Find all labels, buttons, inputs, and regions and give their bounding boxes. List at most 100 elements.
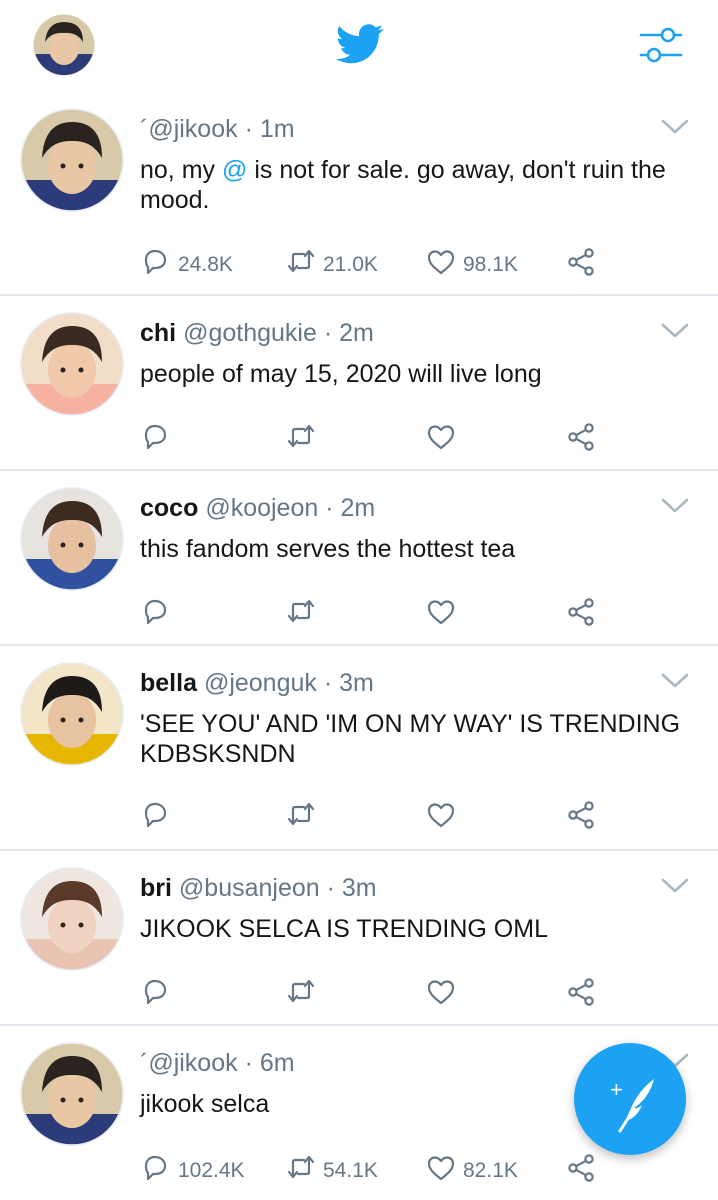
tweet-text-content: 'SEE YOU' AND 'IM ON MY WAY' IS TRENDING… — [140, 710, 681, 768]
tweet-actions — [140, 423, 620, 457]
user-handle[interactable]: ´@jikook — [140, 1049, 238, 1077]
tweet-text: no, my @ is not for sale. go away, don't… — [140, 155, 680, 215]
tweet[interactable]: ´@jikook · 1m no, my @ is not for sale. g… — [0, 92, 718, 296]
chevron-down-icon[interactable] — [660, 322, 690, 340]
reply-button[interactable]: 24.8K — [140, 248, 233, 282]
share-button[interactable] — [565, 978, 597, 1012]
replies-count: 24.8K — [178, 253, 233, 276]
compose-tweet-icon: + — [610, 1077, 654, 1133]
retweet-button[interactable] — [285, 978, 317, 1012]
share-button[interactable] — [565, 598, 597, 632]
like-button[interactable] — [425, 423, 457, 457]
retweet-button[interactable] — [285, 801, 317, 835]
retweets-count: 21.0K — [323, 253, 378, 276]
likes-count: 98.1K — [463, 253, 518, 276]
tweet-actions: 24.8K 21.0K 98.1K — [140, 248, 620, 282]
retweet-button[interactable] — [285, 598, 317, 632]
tweet-header: ´@jikook · 1m — [140, 115, 295, 143]
retweet-button[interactable]: 54.1K — [285, 1154, 378, 1188]
reply-icon — [140, 1152, 172, 1190]
share-icon — [565, 799, 597, 837]
share-icon — [565, 1152, 597, 1190]
like-button[interactable]: 98.1K — [425, 248, 518, 282]
reply-icon — [140, 976, 172, 1014]
likes-count: 82.1K — [463, 1159, 518, 1182]
like-button[interactable] — [425, 598, 457, 632]
tweet-header: ´@jikook · 6m — [140, 1049, 295, 1077]
share-button[interactable] — [565, 801, 597, 835]
like-button[interactable] — [425, 978, 457, 1012]
tweet[interactable]: bella @jeonguk · 3m 'SEE YOU' AND 'IM ON … — [0, 646, 718, 851]
share-button[interactable] — [565, 423, 597, 457]
avatar[interactable] — [20, 867, 124, 971]
tweet-header: bri @busanjeon · 3m — [140, 874, 377, 902]
mention-link[interactable]: @ — [222, 156, 247, 184]
user-handle[interactable]: @gothgukie — [183, 319, 317, 347]
tweet-actions — [140, 801, 620, 835]
tweet-text-content: jikook selca — [140, 1090, 270, 1118]
sliders-icon[interactable] — [638, 24, 684, 66]
tweet-header: coco @koojeon · 2m — [140, 494, 376, 522]
tweet[interactable]: chi @gothgukie · 2m people of may 15, 202… — [0, 296, 718, 471]
display-name[interactable]: coco — [140, 494, 198, 522]
tweet-text: this fandom serves the hottest tea — [140, 534, 680, 564]
retweet-icon — [285, 246, 317, 284]
reply-button[interactable] — [140, 801, 172, 835]
chevron-down-icon[interactable] — [660, 672, 690, 690]
replies-count: 102.4K — [178, 1159, 245, 1182]
share-icon — [565, 421, 597, 459]
share-icon — [565, 246, 597, 284]
avatar[interactable] — [20, 108, 124, 212]
timestamp: 1m — [259, 115, 295, 143]
heart-icon — [425, 799, 457, 837]
tweet-text-content: JIKOOK SELCA IS TRENDING OML — [140, 915, 548, 943]
share-button[interactable] — [565, 248, 597, 282]
chevron-down-icon[interactable] — [660, 877, 690, 895]
user-handle[interactable]: @busanjeon — [179, 874, 320, 902]
tweet-actions — [140, 598, 620, 632]
avatar[interactable] — [20, 312, 124, 416]
user-handle[interactable]: ´@jikook — [140, 115, 238, 143]
tweet[interactable]: bri @busanjeon · 3m JIKOOK SELCA IS TREND… — [0, 851, 718, 1026]
display-name[interactable]: bella — [140, 669, 197, 697]
heart-icon — [425, 1152, 457, 1190]
like-button[interactable] — [425, 801, 457, 835]
heart-icon — [425, 976, 457, 1014]
tweet-text: people of may 15, 2020 will live long — [140, 359, 680, 389]
reply-button[interactable] — [140, 423, 172, 457]
avatar[interactable] — [20, 1042, 124, 1146]
top-bar — [0, 0, 718, 92]
chevron-down-icon[interactable] — [660, 497, 690, 515]
display-name[interactable]: chi — [140, 319, 176, 347]
avatar[interactable] — [20, 662, 124, 766]
share-icon — [565, 596, 597, 634]
reply-icon — [140, 246, 172, 284]
reply-button[interactable] — [140, 978, 172, 1012]
retweet-button[interactable]: 21.0K — [285, 248, 378, 282]
avatar[interactable] — [20, 487, 124, 591]
retweet-button[interactable] — [285, 423, 317, 457]
tweet-header: bella @jeonguk · 3m — [140, 669, 374, 697]
share-button[interactable] — [565, 1154, 597, 1188]
retweets-count: 54.1K — [323, 1159, 378, 1182]
compose-button[interactable]: + — [574, 1043, 686, 1155]
display-name[interactable]: bri — [140, 874, 172, 902]
tweet[interactable]: coco @koojeon · 2m this fandom serves the… — [0, 471, 718, 646]
reply-button[interactable]: 102.4K — [140, 1154, 245, 1188]
reply-icon — [140, 596, 172, 634]
tweet-text: JIKOOK SELCA IS TRENDING OML — [140, 914, 680, 944]
reply-button[interactable] — [140, 598, 172, 632]
user-handle[interactable]: @jeonguk — [204, 669, 317, 697]
timestamp: 2m — [340, 494, 376, 522]
profile-avatar[interactable] — [33, 14, 95, 76]
timestamp: 6m — [259, 1049, 295, 1077]
retweet-icon — [285, 799, 317, 837]
tweet-header: chi @gothgukie · 2m — [140, 319, 374, 347]
tweet-text-part: no, my — [140, 156, 222, 184]
chevron-down-icon[interactable] — [660, 118, 690, 136]
timestamp: 2m — [339, 319, 374, 347]
user-handle[interactable]: @koojeon — [205, 494, 318, 522]
like-button[interactable]: 82.1K — [425, 1154, 518, 1188]
tweet-actions — [140, 978, 620, 1012]
retweet-icon — [285, 976, 317, 1014]
